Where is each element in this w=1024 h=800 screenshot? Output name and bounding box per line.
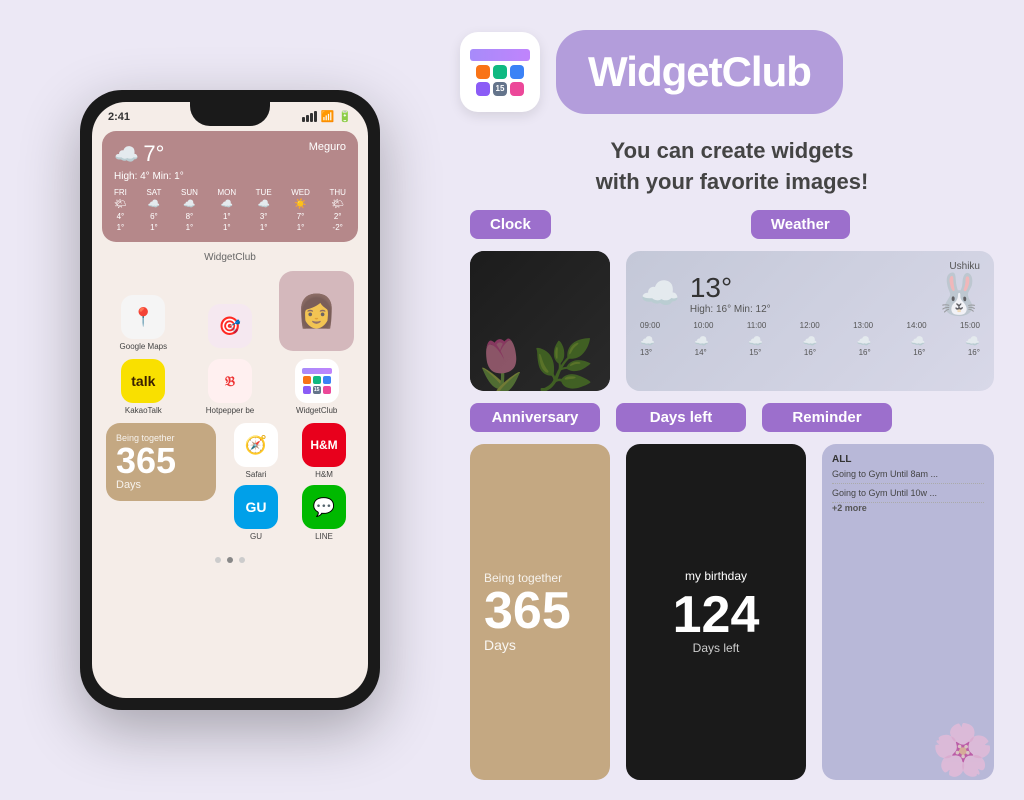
photo-widget: 👩	[279, 271, 354, 351]
reminder-label-badge: Reminder	[762, 403, 892, 432]
tagline: You can create widgets with your favorit…	[460, 136, 1004, 198]
countdown-label-badge: Days left	[616, 403, 746, 432]
cp-title: my birthday	[685, 569, 747, 583]
dot-3	[239, 557, 245, 563]
widgetclub-app[interactable]: 15 WidgetClub	[279, 359, 354, 415]
safari-app[interactable]: 🧭 Safari	[226, 423, 286, 479]
logo-dot-3	[510, 65, 524, 79]
cp-label: Days left	[693, 641, 740, 655]
hm-app[interactable]: H&M H&M	[294, 423, 354, 479]
rp-flower-decoration: 🌸	[932, 721, 994, 780]
logo-dot-1	[476, 65, 490, 79]
widgetclub-icon: 15	[295, 359, 339, 403]
gu-label: GU	[250, 532, 262, 541]
pw-cloud-icon: ☁️	[114, 144, 139, 166]
anniversary-label-badge: Anniversary	[470, 403, 600, 432]
gu-app[interactable]: GU GU	[226, 485, 286, 541]
pw-days: FRI🌤4°1° SAT☁️6°1° SUN☁️8°1° MON☁️1°1° T…	[114, 188, 346, 232]
countdown-widget-preview: my birthday 124 Days left	[626, 444, 806, 780]
logo-dot-2	[493, 65, 507, 79]
dot-2	[227, 557, 233, 563]
hotpepper-icon: 𝔅	[208, 359, 252, 403]
hm-label: H&M	[315, 470, 333, 479]
ap-label: Days	[484, 637, 596, 653]
phone-mockup: 2:41 📶 🔋	[80, 90, 380, 710]
phone-section: 2:41 📶 🔋	[20, 20, 440, 780]
main-container: 2:41 📶 🔋	[0, 0, 1024, 800]
ww-top-row: ☁️ 13° High: 16° Min: 12° 🐰	[640, 272, 980, 315]
tagline-line2: with your favorite images!	[460, 167, 1004, 198]
logo-icons-grid: 15	[476, 65, 524, 96]
hotpepper-app[interactable]: 𝔅 Hotpepper be	[193, 359, 268, 415]
safari-icon: 🧭	[234, 423, 278, 467]
google-maps-label: Google Maps	[120, 342, 168, 351]
widgetclub-label-2: WidgetClub	[296, 406, 337, 415]
clock-widget-preview: 🌷🌿 12 3 6 9	[470, 251, 610, 391]
ap-days: 365	[484, 585, 596, 637]
phone-dots	[102, 549, 358, 571]
anniversary-widget-preview: Being together 365 Days	[470, 444, 610, 780]
wifi-icon: 📶	[321, 110, 335, 123]
clock-flowers-bg: 🌷🌿	[470, 337, 610, 391]
ww-rabbit-decoration: 🐰	[934, 271, 984, 318]
line-icon: 💬	[302, 485, 346, 529]
pw-temp: 7°	[143, 141, 164, 166]
phone-screen: 2:41 📶 🔋	[92, 102, 368, 698]
weather-widget-preview: Ushiku ☁️ 13° High: 16° Min: 12° 🐰 09:00…	[626, 251, 994, 391]
header-area: 15 WidgetClub	[460, 20, 1004, 124]
google-maps-icon: 📍	[121, 295, 165, 339]
pw-minmax: High: 4° Min: 1°	[114, 171, 346, 182]
kakaotalk-app[interactable]: talk KakaoTalk	[106, 359, 181, 415]
phone-content: ☁️ 7° Meguro High: 4° Min: 1° FRI🌤4°1° S…	[92, 127, 368, 575]
logo-dot-4	[476, 82, 490, 96]
battery-icon: 🔋	[338, 110, 352, 123]
kakaotalk-label: KakaoTalk	[125, 406, 162, 415]
app-name: WidgetClub	[588, 48, 811, 96]
google-maps-app[interactable]: 📍 Google Maps	[106, 295, 181, 351]
line-app[interactable]: 💬 LINE	[294, 485, 354, 541]
status-icons: 📶 🔋	[302, 110, 352, 123]
signal-icon	[302, 111, 317, 122]
kakaotalk-icon: talk	[121, 359, 165, 403]
unknown-icon-1: 🎯	[208, 304, 252, 348]
pa-days-num: 365	[116, 443, 206, 479]
ww-icons-row: ☁️☁️☁️☁️☁️☁️☁️	[640, 334, 980, 348]
ww-cloud-icon: ☁️	[640, 274, 680, 312]
line-label: LINE	[315, 532, 333, 541]
reminder-widget-preview: ALL Going to Gym Until 8am ... Going to …	[822, 444, 994, 780]
rp-item-2: Going to Gym Until 10w ...	[832, 484, 984, 503]
rp-all: ALL	[832, 454, 984, 465]
logo-top-bar	[470, 49, 530, 61]
rp-more: +2 more	[832, 503, 984, 513]
ww-location: Ushiku	[640, 261, 980, 272]
logo-dot-6	[510, 82, 524, 96]
ww-times-row: 09:0010:0011:0012:0013:0014:0015:00	[640, 321, 980, 330]
hm-icon: H&M	[302, 423, 346, 467]
phone-notch	[190, 102, 270, 126]
dot-1	[215, 557, 221, 563]
rp-item-1: Going to Gym Until 8am ...	[832, 465, 984, 484]
hotpepper-label: Hotpepper be	[206, 406, 254, 415]
phone-anniversary-widget: Being together 365 Days	[106, 423, 216, 501]
phone-time: 2:41	[108, 111, 130, 123]
ww-minmax: High: 16° Min: 12°	[690, 304, 771, 315]
widgetclub-label-1: WidgetClub	[102, 252, 358, 263]
right-section: 15 WidgetClub You can create widgets wit…	[460, 20, 1004, 780]
phone-weather-widget: ☁️ 7° Meguro High: 4° Min: 1° FRI🌤4°1° S…	[102, 131, 358, 242]
logo-dot-5: 15	[493, 82, 507, 96]
app-logo: 15	[460, 32, 540, 112]
ww-temps-row: 13°14°15°16°16°16°16°	[640, 348, 980, 357]
clock-label-badge: Clock	[470, 210, 551, 239]
tagline-line1: You can create widgets	[460, 136, 1004, 167]
app-name-badge: WidgetClub	[556, 30, 843, 114]
gu-icon: GU	[234, 485, 278, 529]
safari-label: Safari	[246, 470, 267, 479]
ww-temp: 13°	[690, 272, 771, 304]
cp-num: 124	[673, 589, 760, 641]
unknown-app-1[interactable]: 🎯	[193, 304, 268, 351]
weather-label-badge: Weather	[751, 210, 850, 239]
pw-location: Meguro	[309, 141, 346, 153]
